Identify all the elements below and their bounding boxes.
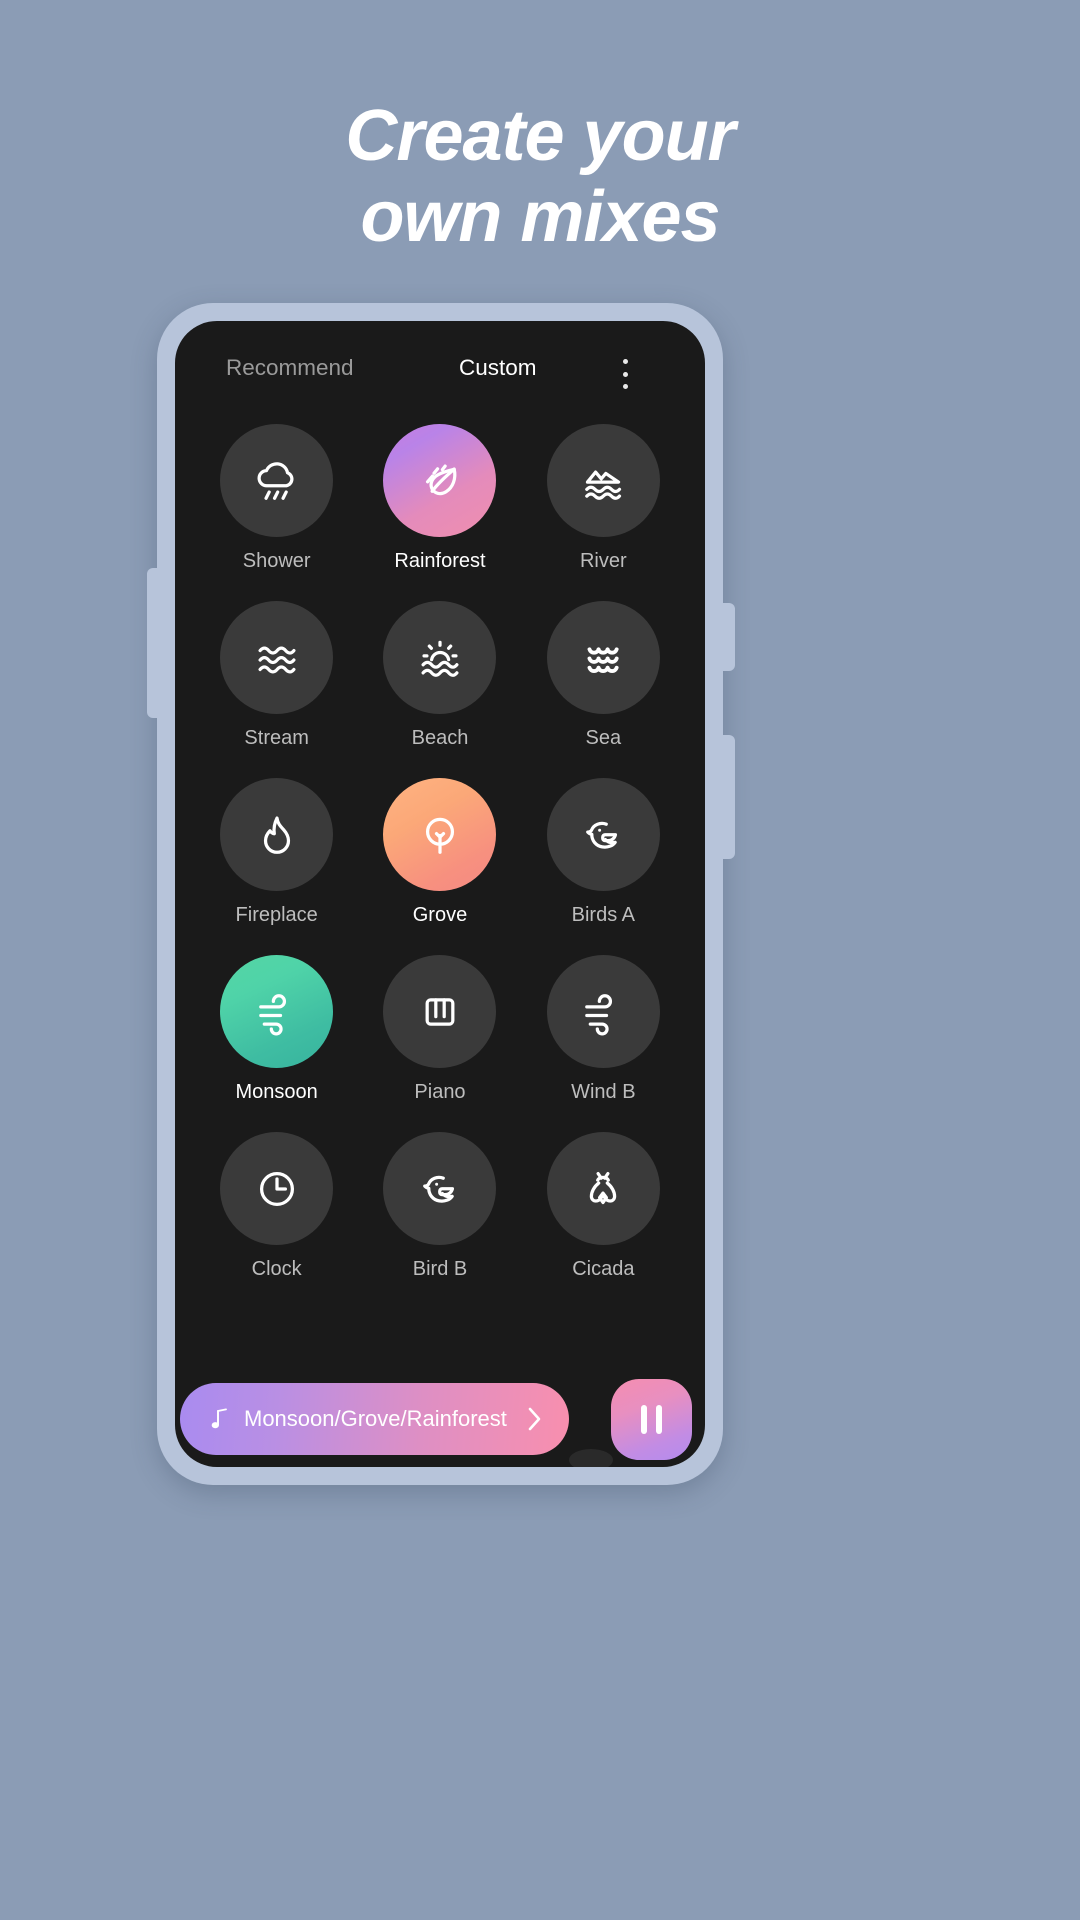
pause-icon	[641, 1405, 662, 1434]
sound-tile-label: Stream	[244, 727, 309, 749]
sound-tile-birds-a[interactable]: Birds A	[522, 778, 685, 927]
player-bar: Monsoon/Grove/Rainforest	[175, 1371, 705, 1467]
cicada-icon[interactable]	[546, 1132, 660, 1245]
sound-tile-label: Grove	[412, 904, 468, 926]
sound-tile-bird-b[interactable]: Bird B	[358, 1132, 521, 1281]
sound-tile-label: Cicada	[572, 1258, 635, 1280]
tab-custom[interactable]: Custom	[459, 355, 537, 381]
kebab-menu-icon[interactable]	[622, 359, 628, 389]
sound-tile-label: Monsoon	[235, 1081, 318, 1103]
sound-tile-label: Wind B	[571, 1081, 636, 1103]
pause-button[interactable]	[611, 1379, 692, 1460]
headline-line-2: own mixes	[360, 176, 720, 257]
sound-tile-label: Shower	[242, 550, 311, 572]
sun-waves-icon[interactable]	[383, 601, 497, 714]
wind-icon[interactable]	[220, 955, 334, 1068]
bird-icon[interactable]	[546, 778, 660, 891]
player-nub	[569, 1449, 613, 1467]
piano-keys-icon[interactable]	[383, 955, 497, 1068]
volume-button[interactable]	[147, 568, 161, 718]
sound-tile-label: Fireplace	[235, 904, 318, 926]
top-tab-bar: Recommend Custom	[175, 321, 705, 416]
bird-icon[interactable]	[383, 1132, 497, 1245]
sound-tile-label: Rainforest	[394, 550, 486, 572]
sound-tile-cicada[interactable]: Cicada	[522, 1132, 685, 1281]
sound-grid: Shower Rainforest River Stream Beach Sea…	[195, 424, 685, 1281]
sound-tile-fireplace[interactable]: Fireplace	[195, 778, 358, 927]
leaf-icon[interactable]	[383, 424, 497, 537]
phone-screen: Recommend Custom Shower Rainforest River	[175, 321, 705, 1467]
pause-bar	[656, 1405, 662, 1434]
page-title: Create your own mixes	[0, 96, 1080, 257]
sound-tile-rainforest[interactable]: Rainforest	[358, 424, 521, 573]
pause-bar	[641, 1405, 647, 1434]
sound-tile-monsoon[interactable]: Monsoon	[195, 955, 358, 1104]
sound-tile-label: Sea	[585, 727, 622, 749]
chevron-right-icon	[527, 1406, 543, 1432]
sound-tile-beach[interactable]: Beach	[358, 601, 521, 750]
kebab-dot	[622, 384, 628, 389]
flame-icon[interactable]	[220, 778, 334, 891]
sound-tile-label: Beach	[411, 727, 469, 749]
music-note-icon	[211, 1408, 229, 1430]
waves-icon[interactable]	[220, 601, 334, 714]
sound-tile-label: Birds A	[571, 904, 635, 926]
kebab-dot	[622, 359, 628, 364]
current-mix-title: Monsoon/Grove/Rainforest	[244, 1406, 507, 1431]
sound-tile-stream[interactable]: Stream	[195, 601, 358, 750]
sound-tile-clock[interactable]: Clock	[195, 1132, 358, 1281]
sound-tile-label: River	[579, 550, 627, 572]
promo-screenshot: Create your own mixes Recommend Custom S…	[0, 0, 1080, 1920]
sound-tile-label: Piano	[414, 1081, 466, 1103]
sound-tile-sea[interactable]: Sea	[522, 601, 685, 750]
clock-icon[interactable]	[220, 1132, 334, 1245]
sound-tile-river[interactable]: River	[522, 424, 685, 573]
sound-tile-piano[interactable]: Piano	[358, 955, 521, 1104]
phone-mockup: Recommend Custom Shower Rainforest River	[147, 303, 735, 1485]
current-mix-button[interactable]: Monsoon/Grove/Rainforest	[180, 1383, 569, 1455]
wind-icon[interactable]	[546, 955, 660, 1068]
kebab-dot	[622, 371, 628, 377]
sound-tile-shower[interactable]: Shower	[195, 424, 358, 573]
sound-tile-wind-b[interactable]: Wind B	[522, 955, 685, 1104]
headline-line-1: Create your	[345, 96, 735, 176]
sound-tile-label: Bird B	[412, 1258, 468, 1280]
tree-icon[interactable]	[383, 778, 497, 891]
sea-waves-icon[interactable]	[546, 601, 660, 714]
sound-tile-label: Clock	[251, 1258, 302, 1280]
rain-cloud-icon[interactable]	[220, 424, 334, 537]
side-button[interactable]	[719, 735, 735, 859]
tab-recommend[interactable]: Recommend	[226, 355, 354, 381]
power-button[interactable]	[719, 603, 735, 671]
mountain-water-icon[interactable]	[546, 424, 660, 537]
sound-tile-grove[interactable]: Grove	[358, 778, 521, 927]
